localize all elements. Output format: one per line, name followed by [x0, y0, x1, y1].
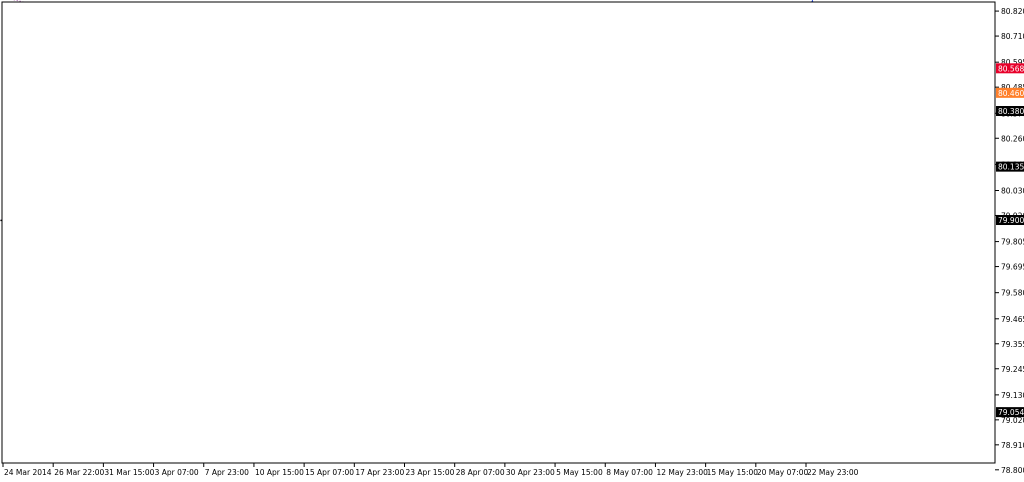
chart-axes: 80.82080.71080.59580.48580.37080.26080.1… [1, 1, 1024, 477]
x-tick-label: 15 Apr 07:00 [305, 468, 354, 477]
x-tick-label: 23 Apr 15:00 [406, 468, 455, 477]
y-tick-label: 79.245 [1001, 365, 1024, 374]
x-tick-label: 22 May 23:00 [807, 468, 859, 477]
price-chart[interactable]: 0.023.638.250.061.876.4100.00.023.638.25… [0, 0, 1024, 482]
chart-window: 0.023.638.250.061.876.4100.00.023.638.25… [0, 0, 1024, 482]
y-tick-label: 80.260 [1001, 134, 1024, 143]
y-tick-label: 80.820 [1001, 7, 1024, 16]
price-badge-label: 80.380 [998, 107, 1024, 116]
price-badge-label: 80.568 [998, 64, 1024, 73]
y-tick-label: 79.805 [1001, 238, 1024, 247]
y-tick-label: 79.020 [1001, 416, 1024, 425]
price-badge-label: 80.460 [998, 89, 1024, 98]
price-badge-label: 80.135 [998, 163, 1024, 172]
x-tick-label: 15 May 15:00 [707, 468, 759, 477]
x-tick-label: 26 Mar 22:00 [54, 468, 104, 477]
x-tick-label: 7 Apr 23:00 [205, 468, 249, 477]
x-tick-label: 31 Mar 15:00 [104, 468, 154, 477]
x-tick-label: 17 Apr 23:00 [355, 468, 404, 477]
x-tick-label: 5 May 15:00 [556, 468, 603, 477]
x-tick-label: 20 May 07:00 [757, 468, 809, 477]
x-tick-label: 10 Apr 15:00 [255, 468, 304, 477]
y-tick-label: 80.030 [1001, 186, 1024, 195]
x-tick-label: 24 Mar 2014 [4, 468, 52, 477]
y-tick-label: 80.710 [1001, 32, 1024, 41]
price-badge-label: 79.054 [998, 408, 1024, 417]
x-tick-label: 30 Apr 23:00 [506, 468, 555, 477]
y-tick-label: 78.800 [1001, 466, 1024, 475]
x-tick-label: 3 Apr 07:00 [155, 468, 199, 477]
y-tick-label: 79.130 [1001, 391, 1024, 400]
y-tick-label: 79.465 [1001, 315, 1024, 324]
x-tick-label: 28 Apr 07:00 [456, 468, 505, 477]
plot-frame [1, 1, 996, 464]
y-tick-label: 79.580 [1001, 289, 1024, 298]
price-badge-label: 79.900 [998, 216, 1024, 225]
y-tick-label: 79.355 [1001, 340, 1024, 349]
x-tick-label: 8 May 07:00 [606, 468, 653, 477]
y-tick-label: 78.910 [1001, 441, 1024, 450]
x-tick-label: 12 May 23:00 [656, 468, 708, 477]
y-tick-label: 79.695 [1001, 263, 1024, 272]
